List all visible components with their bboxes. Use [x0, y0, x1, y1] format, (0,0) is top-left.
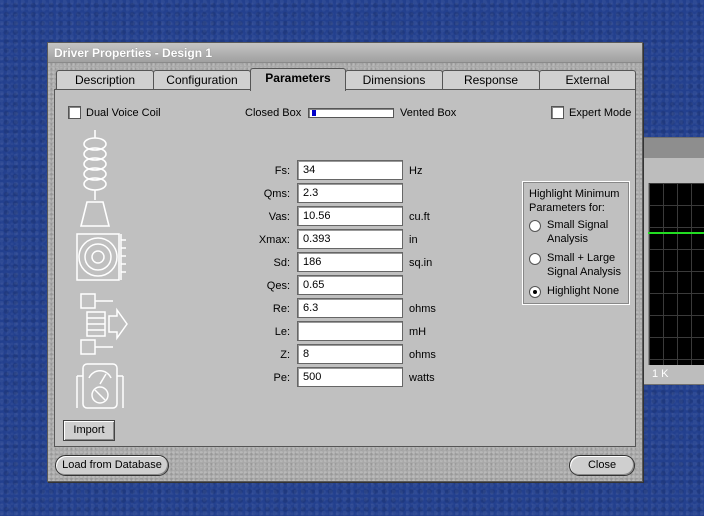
- param-unit-fs: Hz: [409, 165, 423, 177]
- param-unit-vas: cu.ft: [409, 211, 430, 223]
- param-input-fs[interactable]: 34: [297, 160, 403, 180]
- radio-small-large-line2: Signal Analysis: [547, 266, 621, 278]
- vented-box-label: Vented Box: [400, 107, 457, 119]
- param-label-z: Z:: [280, 349, 290, 361]
- param-input-xmax[interactable]: 0.393: [297, 229, 403, 249]
- param-label-sd: Sd:: [273, 257, 290, 269]
- param-unit-sd: sq.in: [409, 257, 433, 269]
- highlight-title-line2: Parameters for:: [529, 202, 605, 214]
- param-input-sd[interactable]: 186: [297, 252, 403, 272]
- tab-parameters[interactable]: Parameters: [250, 68, 346, 91]
- highlight-minimum-group: Highlight Minimum Parameters for: Small …: [522, 181, 630, 305]
- dual-voice-coil-checkbox[interactable]: [68, 106, 81, 119]
- close-button[interactable]: Close: [569, 455, 635, 476]
- param-input-qes[interactable]: 0.65: [297, 275, 403, 295]
- radio-small-signal-line2: Analysis: [547, 233, 588, 245]
- expert-mode-label: Expert Mode: [569, 107, 632, 119]
- param-label-re: Re:: [272, 303, 290, 315]
- param-unit-le: mH: [409, 326, 427, 338]
- box-type-slider[interactable]: [308, 108, 394, 118]
- driver-properties-dialog: Driver Properties - Design 1 Description…: [47, 42, 643, 482]
- param-label-qes: Qes:: [266, 280, 290, 292]
- param-input-z[interactable]: 8: [297, 344, 403, 364]
- dual-voice-coil-label: Dual Voice Coil: [86, 107, 161, 119]
- param-label-qms: Qms:: [263, 188, 290, 200]
- param-unit-z: ohms: [409, 349, 436, 361]
- tab-response[interactable]: Response: [442, 70, 540, 90]
- background-graph-curve: [648, 232, 704, 234]
- param-input-re[interactable]: 6.3: [297, 298, 403, 318]
- background-graph-plot: [648, 183, 704, 365]
- tab-description[interactable]: Description: [56, 70, 154, 90]
- radio-highlight-none-label: Highlight None: [547, 285, 620, 297]
- param-label-pe: Pe:: [273, 372, 290, 384]
- param-label-xmax: Xmax:: [258, 234, 290, 246]
- import-button[interactable]: Import: [63, 420, 115, 441]
- background-window-titlebar: [637, 138, 704, 158]
- meter-icon: [76, 363, 124, 409]
- tab-configuration[interactable]: Configuration: [153, 70, 251, 90]
- highlight-title-line1: Highlight Minimum: [529, 188, 620, 200]
- param-label-vas: Vas:: [268, 211, 290, 223]
- tab-external[interactable]: External: [539, 70, 636, 90]
- radio-small-signal-line1: Small Signal: [547, 219, 609, 231]
- param-input-qms[interactable]: 2.3: [297, 183, 403, 203]
- box-type-slider-thumb[interactable]: [312, 110, 316, 116]
- radio-small-signal[interactable]: [529, 220, 541, 232]
- param-input-vas[interactable]: 10.56: [297, 206, 403, 226]
- radio-highlight-none[interactable]: [529, 286, 541, 298]
- speaker-front-icon: [76, 233, 126, 281]
- param-unit-pe: watts: [409, 372, 435, 384]
- load-from-database-button[interactable]: Load from Database: [55, 455, 169, 476]
- magnet-motor-icon: [80, 293, 128, 355]
- voice-coil-icon: [79, 130, 111, 227]
- expert-mode-checkbox[interactable]: [551, 106, 564, 119]
- background-axis-label: 1 K: [652, 368, 669, 380]
- closed-box-label: Closed Box: [245, 107, 302, 119]
- param-label-fs: Fs:: [274, 165, 290, 177]
- param-input-pe[interactable]: 500: [297, 367, 403, 387]
- param-label-le: Le:: [274, 326, 290, 338]
- tab-dimensions[interactable]: Dimensions: [345, 70, 443, 90]
- param-unit-xmax: in: [409, 234, 418, 246]
- radio-small-large-line1: Small + Large: [547, 252, 616, 264]
- radio-small-large-signal[interactable]: [529, 253, 541, 265]
- param-unit-re: ohms: [409, 303, 436, 315]
- dialog-title[interactable]: Driver Properties - Design 1: [48, 43, 642, 63]
- param-input-le[interactable]: [297, 321, 403, 341]
- parameters-panel: Dual Voice Coil Closed Box Vented Box Ex…: [54, 89, 636, 447]
